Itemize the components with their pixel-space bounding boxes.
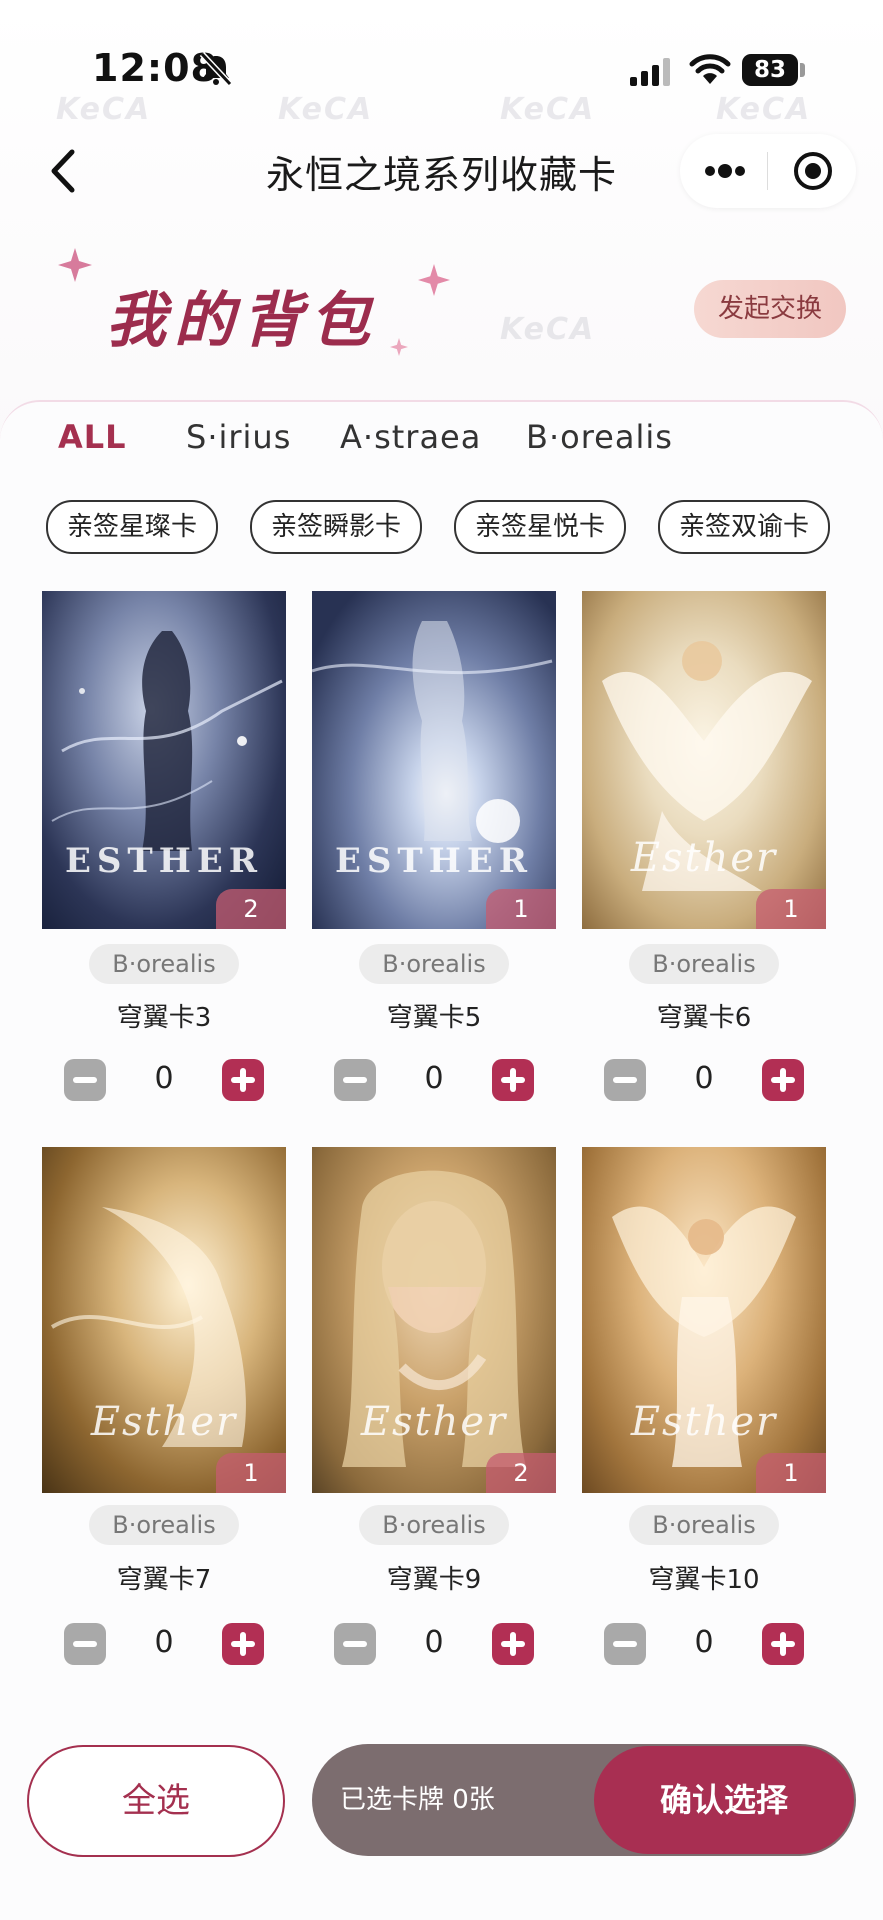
- back-icon[interactable]: [44, 146, 84, 196]
- filter-chip-xingcan[interactable]: 亲签星璨卡: [46, 500, 218, 554]
- sparkle-icon: [58, 248, 92, 282]
- minus-button[interactable]: [334, 1623, 376, 1665]
- card-image[interactable]: ESTHER 1: [312, 591, 556, 929]
- card-caption: Esther: [90, 1399, 238, 1445]
- tab-all[interactable]: ALL: [58, 418, 127, 456]
- card-image[interactable]: Esther 1: [42, 1147, 286, 1493]
- confirm-selection-button[interactable]: 确认选择: [594, 1746, 854, 1854]
- select-all-button[interactable]: 全选: [27, 1745, 285, 1857]
- series-badge: B·orealis: [359, 944, 509, 984]
- card-name: 穹翼卡6: [656, 1003, 752, 1033]
- series-badge: B·orealis: [89, 944, 239, 984]
- card-item: Esther 1 B·orealis 穹翼卡6 0: [582, 591, 826, 1111]
- minus-button[interactable]: [64, 1059, 106, 1101]
- minus-button[interactable]: [64, 1623, 106, 1665]
- owned-count-badge: 1: [486, 889, 556, 929]
- card-name: 穹翼卡5: [386, 1003, 482, 1033]
- start-exchange-button[interactable]: 发起交换: [694, 280, 846, 338]
- series-badge: B·orealis: [89, 1505, 239, 1545]
- mini-program-capsule: [680, 134, 856, 208]
- tab-borealis[interactable]: B·orealis: [526, 418, 673, 456]
- owned-count-badge: 1: [216, 1453, 286, 1493]
- card-name: 穹翼卡9: [386, 1565, 482, 1595]
- card-caption: ESTHER: [64, 841, 264, 881]
- plus-button[interactable]: [222, 1623, 264, 1665]
- more-icon[interactable]: [702, 160, 748, 182]
- quantity-value: 0: [154, 1625, 174, 1660]
- card-image[interactable]: Esther 1: [582, 591, 826, 929]
- status-bar: 12:08 83: [0, 0, 883, 140]
- card-item: Esther 1 B·orealis 穹翼卡7 0: [42, 1147, 286, 1667]
- filter-chip-shuangyu[interactable]: 亲签双谕卡: [658, 500, 830, 554]
- plus-button[interactable]: [762, 1623, 804, 1665]
- sparkle-icon: [390, 338, 408, 356]
- owned-count-badge: 1: [756, 889, 826, 929]
- filter-chip-shunying[interactable]: 亲签瞬影卡: [250, 500, 422, 554]
- plus-button[interactable]: [492, 1623, 534, 1665]
- watermark: KeCA: [500, 312, 596, 347]
- card-caption: Esther: [360, 1399, 508, 1445]
- quantity-value: 0: [694, 1625, 714, 1660]
- signal-icon: [630, 58, 670, 86]
- mute-bell-icon: [199, 52, 233, 86]
- selection-summary-bar: 已选卡牌 0张 确认选择: [312, 1744, 856, 1856]
- wifi-icon: [689, 54, 731, 84]
- battery-indicator: 83: [742, 54, 798, 86]
- card-item: Esther 2 B·orealis 穹翼卡9 0: [312, 1147, 556, 1667]
- card-item: ESTHER 1 B·orealis 穹翼卡5 0: [312, 591, 556, 1111]
- series-badge: B·orealis: [359, 1505, 509, 1545]
- target-icon[interactable]: [792, 150, 834, 192]
- tab-sirius[interactable]: S·irius: [186, 418, 291, 456]
- card-caption: ESTHER: [334, 841, 534, 881]
- card-image[interactable]: ESTHER 2: [42, 591, 286, 929]
- series-badge: B·orealis: [629, 1505, 779, 1545]
- card-caption: Esther: [630, 835, 778, 881]
- card-image[interactable]: Esther 1: [582, 1147, 826, 1493]
- quantity-value: 0: [694, 1061, 714, 1096]
- card-caption: Esther: [630, 1399, 778, 1445]
- quantity-value: 0: [154, 1061, 174, 1096]
- plus-button[interactable]: [492, 1059, 534, 1101]
- series-badge: B·orealis: [629, 944, 779, 984]
- sparkle-icon: [418, 264, 450, 296]
- plus-button[interactable]: [222, 1059, 264, 1101]
- card-item: Esther 1 B·orealis 穹翼卡10 0: [582, 1147, 826, 1667]
- card-name: 穹翼卡3: [116, 1003, 212, 1033]
- quantity-value: 0: [424, 1061, 444, 1096]
- card-name: 穹翼卡7: [116, 1565, 212, 1595]
- owned-count-badge: 2: [486, 1453, 556, 1493]
- card-name: 穹翼卡10: [648, 1565, 760, 1595]
- page: KeCA KeCA KeCA KeCA KeCA KeCA KeCA KeCA …: [0, 0, 883, 1920]
- minus-button[interactable]: [604, 1623, 646, 1665]
- backpack-title: 我的背包: [106, 286, 378, 356]
- battery-tip: [800, 63, 805, 77]
- minus-button[interactable]: [604, 1059, 646, 1101]
- owned-count-badge: 1: [756, 1453, 826, 1493]
- selected-count-text: 已选卡牌 0张: [340, 1785, 495, 1815]
- card-item: ESTHER 2 B·orealis 穹翼卡3 0: [42, 591, 286, 1111]
- plus-button[interactable]: [762, 1059, 804, 1101]
- tab-astraea[interactable]: A·straea: [340, 418, 481, 456]
- minus-button[interactable]: [334, 1059, 376, 1101]
- owned-count-badge: 2: [216, 889, 286, 929]
- series-tabs: ALL S·irius A·straea B·orealis: [0, 418, 883, 478]
- capsule-divider: [767, 152, 768, 190]
- quantity-value: 0: [424, 1625, 444, 1660]
- filter-chip-xingyue[interactable]: 亲签星悦卡: [454, 500, 626, 554]
- page-title: 永恒之境系列收藏卡: [265, 153, 617, 197]
- card-image[interactable]: Esther 2: [312, 1147, 556, 1493]
